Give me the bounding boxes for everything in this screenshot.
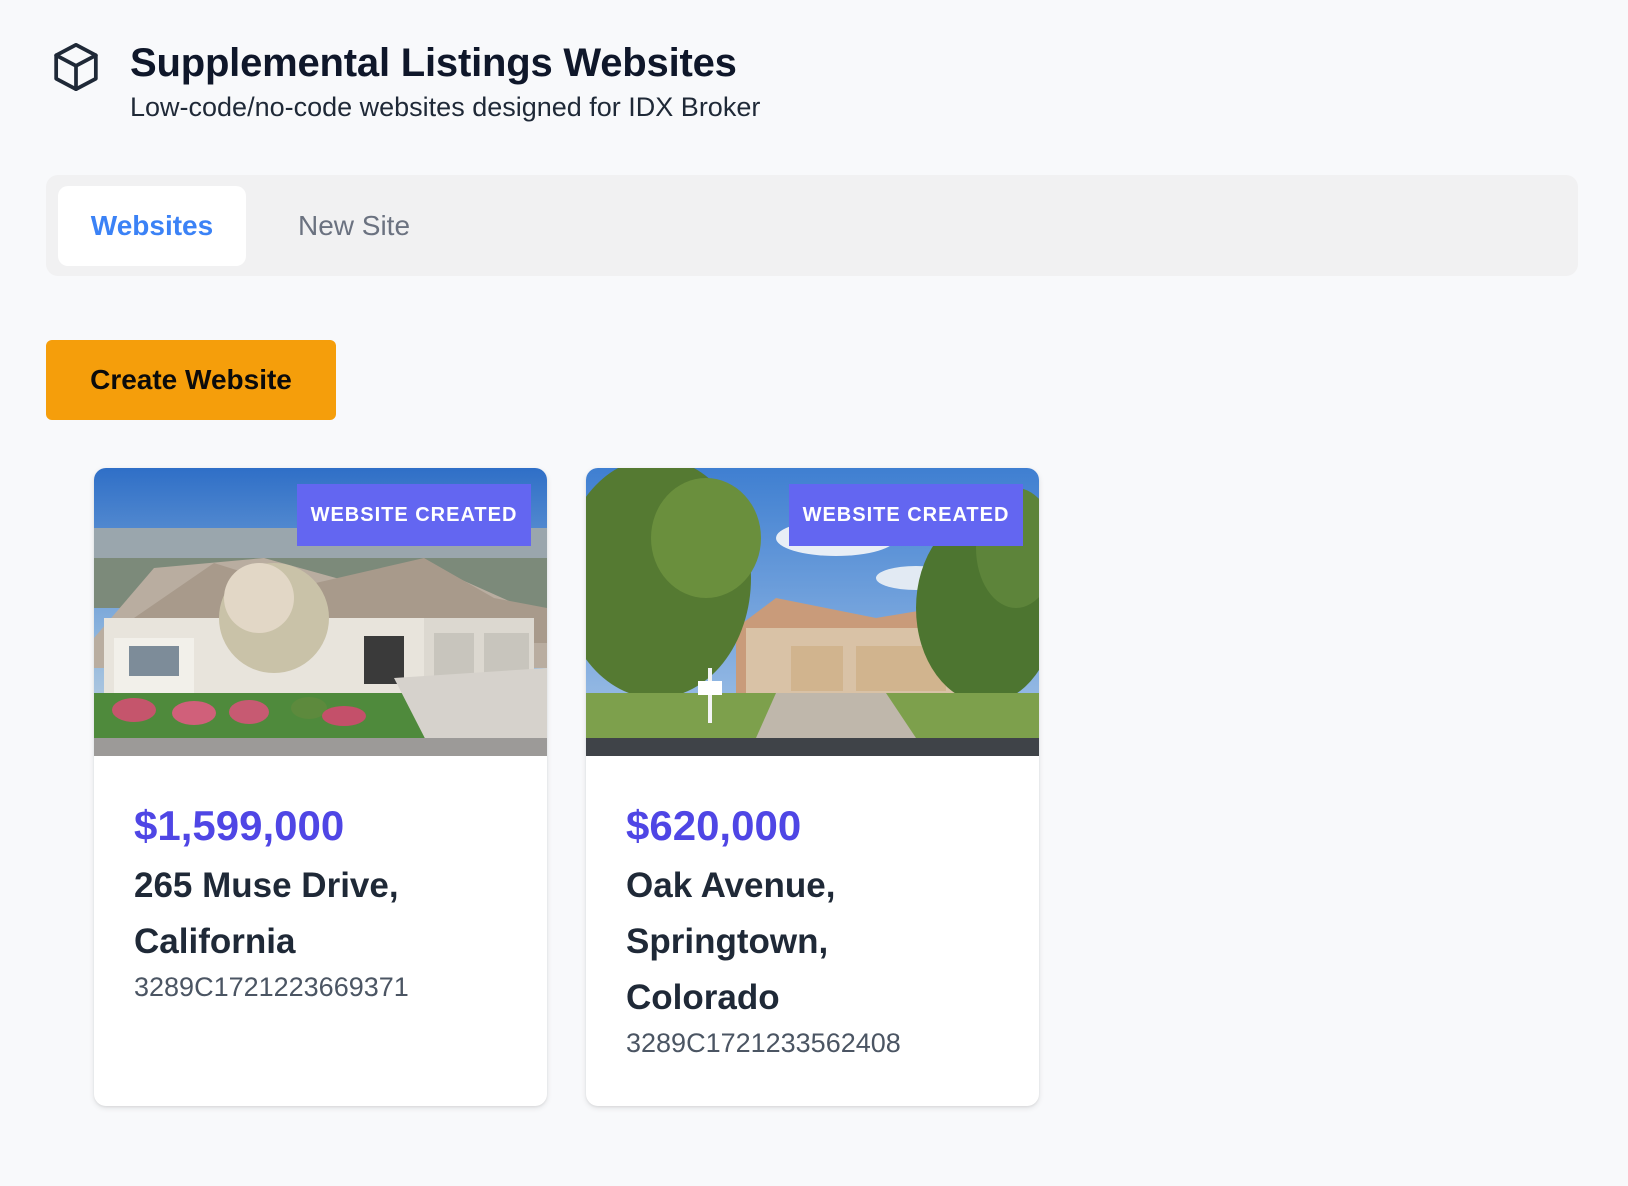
page-header: Supplemental Listings Websites Low-code/…	[48, 38, 760, 124]
listing-id: 3289C1721233562408	[626, 1028, 901, 1058]
tab-bar: Websites New Site	[46, 175, 1578, 276]
tab-new-site[interactable]: New Site	[246, 186, 462, 266]
listing-card[interactable]: WEBSITE CREATED $1,599,000 265 Muse Driv…	[94, 468, 547, 1106]
page-subtitle: Low-code/no-code websites designed for I…	[130, 92, 761, 122]
address-line: 265 Muse Drive,	[134, 866, 399, 905]
listing-photo: WEBSITE CREATED	[94, 468, 547, 756]
address-line: Springtown,	[626, 922, 829, 961]
listing-details: $620,000 Oak Avenue, Springtown, Colorad…	[586, 756, 1039, 1060]
website-created-badge: WEBSITE CREATED	[789, 484, 1023, 546]
address-line: Colorado	[626, 978, 780, 1017]
tab-websites[interactable]: Websites	[58, 185, 246, 266]
create-website-button[interactable]: Create Website	[46, 340, 336, 420]
listing-photo: WEBSITE CREATED	[586, 468, 1039, 756]
page-title: Supplemental Listings Websites	[130, 41, 737, 85]
address-line: California	[134, 922, 296, 961]
listing-price: $1,599,000	[134, 802, 345, 849]
listing-address: 265 Muse Drive, California	[134, 858, 507, 970]
address-line: Oak Avenue,	[626, 866, 836, 905]
listing-details: $1,599,000 265 Muse Drive, California 32…	[94, 756, 547, 1004]
page: Supplemental Listings Websites Low-code/…	[0, 0, 1628, 1186]
website-created-badge: WEBSITE CREATED	[297, 484, 531, 546]
listing-id: 3289C1721223669371	[134, 972, 409, 1002]
listing-address: Oak Avenue, Springtown, Colorado	[626, 858, 999, 1026]
listing-card[interactable]: WEBSITE CREATED $620,000 Oak Avenue, Spr…	[586, 468, 1039, 1106]
header-text: Supplemental Listings Websites Low-code/…	[130, 38, 760, 124]
cube-icon	[48, 39, 104, 95]
listing-price: $620,000	[626, 802, 802, 849]
